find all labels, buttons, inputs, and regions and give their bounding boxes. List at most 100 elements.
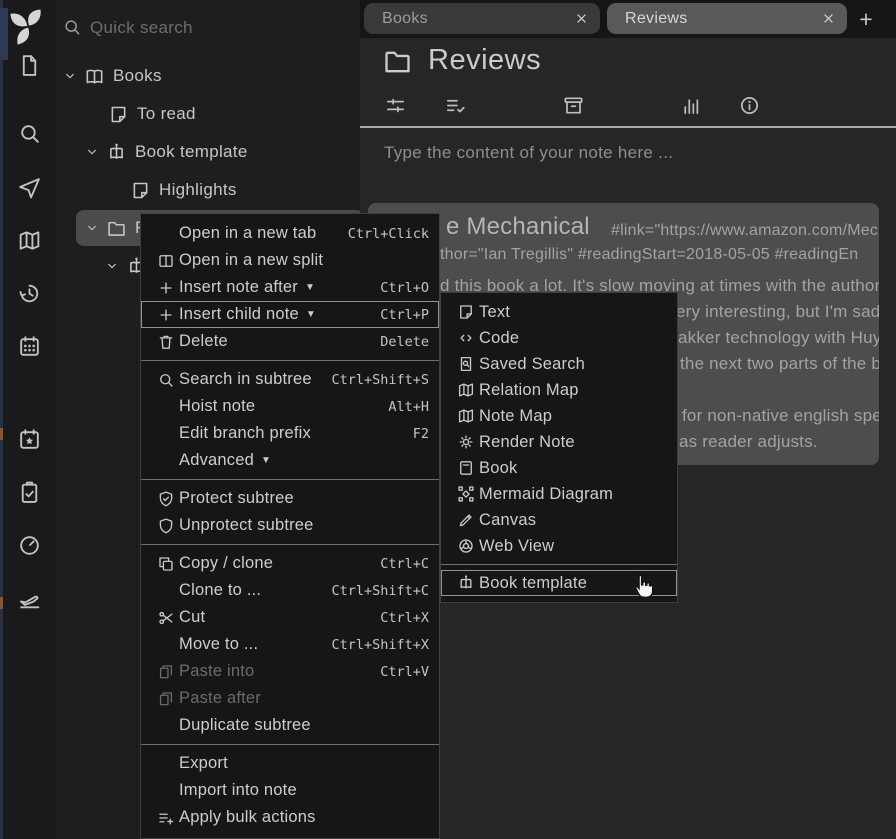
launcher-dashboard[interactable] bbox=[16, 532, 42, 558]
card-text: the next two parts of the bo bbox=[680, 354, 879, 374]
launcher-search[interactable] bbox=[16, 120, 42, 146]
ribbon-basic-properties[interactable] bbox=[382, 92, 408, 118]
menu-item-label: Search in subtree bbox=[179, 370, 312, 389]
menu-item-paste-into[interactable]: Paste intoCtrl+V bbox=[141, 658, 439, 685]
menu-shortcut: Ctrl+P bbox=[380, 307, 429, 323]
plus-icon bbox=[157, 279, 175, 297]
menu-item-label: Copy / clone bbox=[179, 554, 273, 573]
tab-close-icon[interactable] bbox=[568, 6, 594, 32]
tree-item-label: To read bbox=[137, 104, 196, 124]
note-map-icon bbox=[17, 228, 42, 253]
ribbon-promoted-attributes[interactable] bbox=[560, 92, 586, 118]
menu-item-advanced[interactable]: Advanced▼ bbox=[141, 447, 439, 474]
menu-item-label: Duplicate subtree bbox=[179, 716, 311, 735]
editor-placeholder[interactable]: Type the content of your note here ... bbox=[384, 143, 673, 163]
menu-item-search-in-subtree[interactable]: Search in subtree Ctrl+Shift+S bbox=[141, 366, 439, 393]
chevron-down-icon bbox=[84, 220, 100, 236]
split-icon bbox=[157, 252, 175, 270]
menu-item-label: Move to ... bbox=[179, 635, 258, 654]
card-text: thor="Ian Tregillis" #readingStart=2018-… bbox=[440, 246, 858, 264]
paste-icon bbox=[157, 690, 175, 708]
recent-changes-icon bbox=[17, 281, 42, 306]
menu-item-duplicate-subtree[interactable]: Duplicate subtree bbox=[141, 712, 439, 739]
menu-item-clone-to[interactable]: Clone to ...Ctrl+Shift+C bbox=[141, 577, 439, 604]
menu-item-label: Insert child note bbox=[179, 305, 299, 324]
travel-log-icon bbox=[17, 586, 42, 611]
menu-separator bbox=[141, 360, 439, 361]
launcher-calendar[interactable] bbox=[16, 333, 42, 359]
launcher-task-manager[interactable] bbox=[16, 479, 42, 505]
new-tab-button[interactable]: + bbox=[850, 4, 882, 34]
render-icon bbox=[457, 433, 475, 451]
tab-reviews[interactable]: Reviews bbox=[607, 3, 847, 34]
folder-icon bbox=[382, 46, 413, 77]
ribbon-owned-attributes[interactable] bbox=[442, 92, 468, 118]
ribbon-about[interactable] bbox=[736, 92, 762, 118]
menu-shortcut: Ctrl+Shift+S bbox=[331, 372, 429, 388]
launcher-new-note[interactable] bbox=[16, 52, 42, 78]
menu-item-hoist-note[interactable]: Hoist noteAlt+H bbox=[141, 393, 439, 420]
launcher-travel-log[interactable] bbox=[16, 585, 42, 611]
map-icon bbox=[457, 381, 475, 399]
tree-item-to-read[interactable]: To read bbox=[108, 96, 196, 132]
note-icon bbox=[457, 303, 475, 321]
menu-item-copy-clone[interactable]: Copy / cloneCtrl+C bbox=[141, 550, 439, 577]
launcher-recent-changes[interactable] bbox=[16, 280, 42, 306]
ribbon-divider bbox=[360, 126, 896, 128]
launcher-note-map[interactable] bbox=[16, 227, 42, 253]
menu-item-code[interactable]: Code bbox=[441, 325, 677, 351]
menu-item-web-view[interactable]: Web View bbox=[441, 533, 677, 559]
ribbon-similar-notes[interactable]: undefined bbox=[619, 92, 645, 118]
menu-item-canvas[interactable]: Canvas bbox=[441, 507, 677, 533]
template-book-icon bbox=[106, 142, 127, 163]
menu-shortcut: Delete bbox=[380, 334, 429, 350]
ribbon-inherited-attributes[interactable]: undefined bbox=[501, 92, 527, 118]
tree-item-book-template[interactable]: Book template bbox=[84, 134, 248, 170]
menu-item-open-in-a-new-split[interactable]: Open in a new split bbox=[141, 247, 439, 274]
note-title[interactable]: Reviews bbox=[428, 44, 541, 77]
tree-item-books[interactable]: Books bbox=[62, 58, 162, 94]
menu-item-insert-note-after[interactable]: Insert note after▼Ctrl+O bbox=[141, 274, 439, 301]
menu-item-delete[interactable]: DeleteDelete bbox=[141, 328, 439, 355]
tab-books[interactable]: Books bbox=[364, 3, 600, 34]
menu-separator bbox=[141, 744, 439, 745]
list-plus-icon bbox=[157, 809, 175, 827]
menu-item-note-map[interactable]: Note Map bbox=[441, 403, 677, 429]
basic-properties-icon bbox=[384, 94, 407, 117]
ribbon-note-info[interactable] bbox=[678, 92, 704, 118]
menu-item-mermaid-diagram[interactable]: Mermaid Diagram bbox=[441, 481, 677, 507]
menu-item-open-in-a-new-tab[interactable]: Open in a new tabCtrl+Click bbox=[141, 220, 439, 247]
menu-item-move-to[interactable]: Move to ...Ctrl+Shift+X bbox=[141, 631, 439, 658]
menu-item-book-template[interactable]: Book template bbox=[441, 570, 677, 596]
menu-item-paste-after[interactable]: Paste after bbox=[141, 685, 439, 712]
menu-item-label: Insert note after bbox=[179, 278, 298, 297]
quick-search-input[interactable]: Quick search bbox=[90, 18, 340, 38]
menu-shortcut: Ctrl+O bbox=[380, 280, 429, 296]
menu-item-insert-child-note[interactable]: Insert child note ▼ Ctrl+P bbox=[141, 301, 439, 328]
menu-item-label: Hoist note bbox=[179, 397, 255, 416]
menu-item-text[interactable]: Text bbox=[441, 299, 677, 325]
launcher-today[interactable] bbox=[16, 426, 42, 452]
menu-item-render-note[interactable]: Render Note bbox=[441, 429, 677, 455]
caret-down-icon: ▼ bbox=[306, 309, 316, 320]
menu-item-label: Canvas bbox=[479, 511, 536, 530]
owned-attributes-icon bbox=[444, 94, 467, 117]
tree-item-highlights[interactable]: Highlights bbox=[130, 172, 237, 208]
card-text: akker technology with Huyg bbox=[678, 328, 879, 348]
menu-item-apply-bulk-actions[interactable]: Apply bulk actions bbox=[141, 804, 439, 831]
menu-item-protect-subtree[interactable]: Protect subtree bbox=[141, 485, 439, 512]
menu-item-book[interactable]: Book bbox=[441, 455, 677, 481]
launcher-jump-to[interactable] bbox=[16, 174, 42, 200]
menu-item-export[interactable]: Export bbox=[141, 750, 439, 777]
menu-item-unprotect-subtree[interactable]: Unprotect subtree bbox=[141, 512, 439, 539]
tab-close-icon[interactable] bbox=[815, 6, 841, 32]
menu-item-import-into-note[interactable]: Import into note bbox=[141, 777, 439, 804]
menu-item-saved-search[interactable]: Saved Search bbox=[441, 351, 677, 377]
menu-item-label: Text bbox=[479, 303, 510, 322]
folder-icon bbox=[382, 46, 413, 77]
menu-item-cut[interactable]: CutCtrl+X bbox=[141, 604, 439, 631]
menu-item-relation-map[interactable]: Relation Map bbox=[441, 377, 677, 403]
card-text: ery interesting, but I'm sad t bbox=[676, 302, 879, 322]
menu-item-edit-branch-prefix[interactable]: Edit branch prefixF2 bbox=[141, 420, 439, 447]
search-icon bbox=[17, 121, 42, 146]
